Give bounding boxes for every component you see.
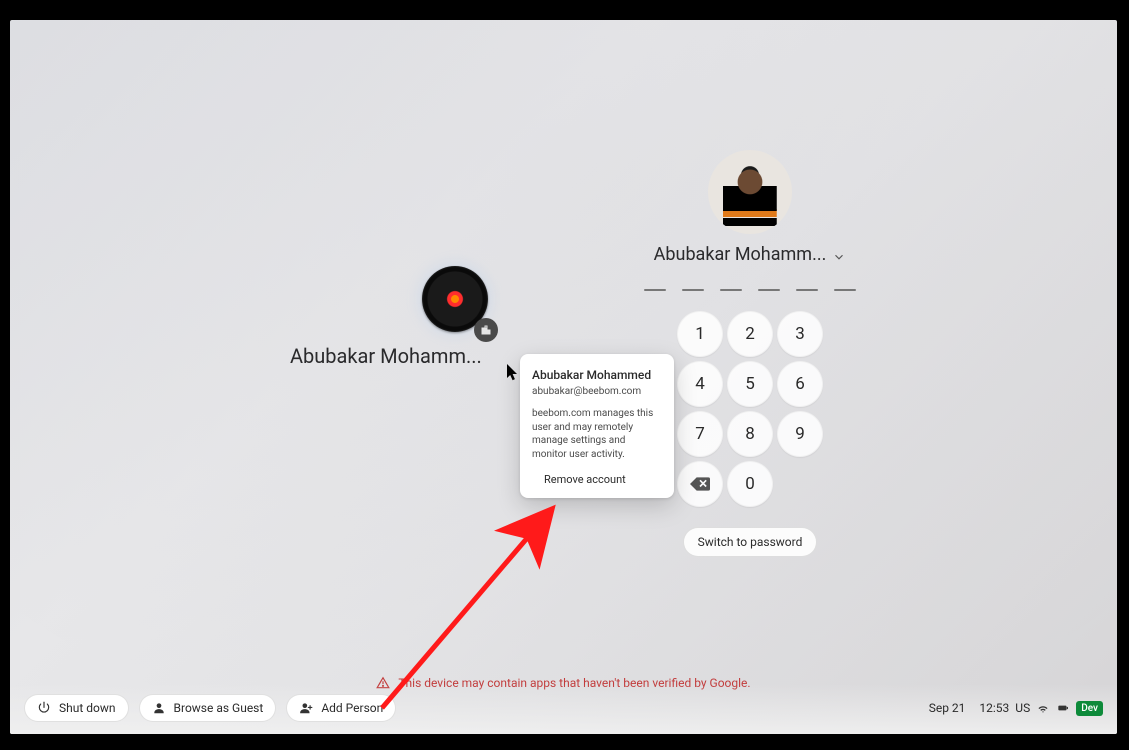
keypad-key-3[interactable]: 3	[777, 311, 823, 357]
popover-managed-note: beebom.com manages this user and may rem…	[532, 407, 662, 461]
shutdown-button[interactable]: Shut down	[24, 694, 129, 722]
switch-to-password-button[interactable]: Switch to password	[683, 527, 818, 557]
add-person-icon	[299, 701, 313, 715]
pin-slot	[682, 289, 704, 291]
add-person-label: Add Person	[321, 701, 383, 715]
wifi-icon	[1036, 701, 1050, 715]
primary-user-avatar	[708, 150, 792, 234]
keypad-key-9[interactable]: 9	[777, 411, 823, 457]
keypad-backspace[interactable]	[677, 461, 723, 507]
keyboard-layout-indicator: US	[1015, 701, 1030, 715]
pin-slot	[834, 289, 856, 291]
guest-icon	[152, 701, 166, 715]
keypad-key-4[interactable]: 4	[677, 361, 723, 407]
popover-user-name: Abubakar Mohammed	[532, 368, 662, 382]
pin-slot	[796, 289, 818, 291]
primary-user-name-dropdown[interactable]: Abubakar Mohamm...	[654, 244, 847, 265]
keypad-key-2[interactable]: 2	[727, 311, 773, 357]
secondary-user-avatar	[416, 260, 494, 338]
add-person-button[interactable]: Add Person	[286, 694, 396, 722]
secondary-user-tile[interactable]	[370, 260, 540, 346]
keypad-key-8[interactable]: 8	[727, 411, 773, 457]
bottom-bar: Shut down Browse as Guest Add Person Sep…	[10, 684, 1117, 734]
dev-mode-badge: Dev	[1076, 701, 1103, 716]
system-tray[interactable]: 12:53 US Dev	[979, 701, 1103, 716]
power-icon	[37, 701, 51, 715]
keypad-blank	[777, 461, 823, 507]
guest-label: Browse as Guest	[174, 701, 264, 715]
secondary-user-name-row[interactable]: Abubakar Mohamm...	[290, 344, 482, 368]
status-time: 12:53	[979, 701, 1009, 715]
cursor-icon	[506, 364, 520, 386]
enterprise-badge-icon	[474, 318, 498, 342]
keypad-key-7[interactable]: 7	[677, 411, 723, 457]
remove-account-button[interactable]: Remove account	[532, 473, 662, 486]
keypad-key-1[interactable]: 1	[677, 311, 723, 357]
shutdown-label: Shut down	[59, 701, 116, 715]
pin-slot	[644, 289, 666, 291]
status-date: Sep 21	[929, 701, 966, 715]
keypad-key-5[interactable]: 5	[727, 361, 773, 407]
browse-as-guest-button[interactable]: Browse as Guest	[139, 694, 277, 722]
pin-slot	[720, 289, 742, 291]
pin-slots	[635, 289, 865, 291]
backspace-icon	[690, 477, 710, 491]
secondary-user-name: Abubakar Mohamm...	[290, 344, 482, 368]
popover-user-email: abubakar@beebom.com	[532, 386, 662, 397]
keypad-key-6[interactable]: 6	[777, 361, 823, 407]
chevron-down-icon	[832, 248, 846, 262]
keypad-key-0[interactable]: 0	[727, 461, 773, 507]
battery-icon	[1056, 701, 1070, 715]
lock-screen: Abubakar Mohamm... Abubakar Mohammed abu…	[10, 20, 1117, 734]
pin-slot	[758, 289, 780, 291]
user-popover: Abubakar Mohammed abubakar@beebom.com be…	[520, 354, 674, 498]
primary-user-name: Abubakar Mohamm...	[654, 244, 827, 265]
